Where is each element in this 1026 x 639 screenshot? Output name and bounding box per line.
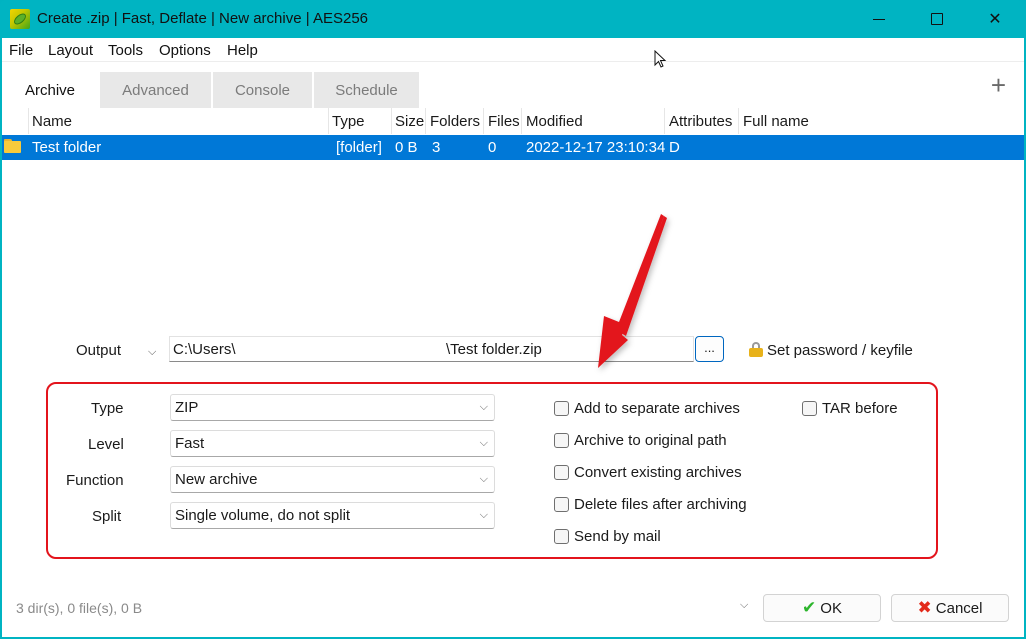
lock-icon <box>749 342 763 357</box>
add-to-separate-archives-checkbox[interactable]: Add to separate archives <box>554 400 740 417</box>
function-dropdown[interactable]: New archive ⌵ <box>170 466 495 493</box>
chevron-down-icon: ⌵ <box>479 401 488 413</box>
close-icon: ✕ <box>988 11 1002 28</box>
checkbox-box[interactable] <box>554 529 569 544</box>
tab-schedule[interactable]: Schedule <box>314 72 419 108</box>
maximize-button[interactable] <box>908 0 966 38</box>
cell-files: 0 <box>488 139 497 156</box>
cell-modified: 2022-12-17 23:10:34 <box>526 139 666 156</box>
browse-button[interactable]: ... <box>695 336 724 362</box>
checkbox-box[interactable] <box>802 401 817 416</box>
column-size[interactable]: Size <box>395 113 424 130</box>
level-label: Level <box>88 436 124 453</box>
cancel-label: Cancel <box>935 599 983 617</box>
app-window: Create .zip | Fast, Deflate | New archiv… <box>0 0 1026 639</box>
output-history-chevron-icon[interactable]: ⌵ <box>148 346 156 359</box>
cancel-button[interactable]: ✖ Cancel <box>891 594 1009 622</box>
check-icon: ✔ <box>802 598 817 617</box>
x-icon: ✖ <box>917 598 932 617</box>
mouse-cursor-icon <box>654 50 667 68</box>
output-path-end: \Test folder.zip <box>446 341 542 358</box>
level-value: Fast <box>175 435 205 452</box>
window-title: Create .zip | Fast, Deflate | New archiv… <box>37 10 369 27</box>
options-panel: Output ⌵ C:\Users\ \Test folder.zip ... … <box>2 298 1024 637</box>
menu-help[interactable]: Help <box>227 42 258 59</box>
checkbox-box[interactable] <box>554 465 569 480</box>
checkbox-label: Convert existing archives <box>574 464 742 481</box>
minimize-icon <box>873 18 885 20</box>
cell-size: 0 B <box>395 139 418 156</box>
split-label: Split <box>92 508 122 525</box>
function-value: New archive <box>175 471 258 488</box>
checkbox-label: Archive to original path <box>574 432 727 449</box>
checkbox-box[interactable] <box>554 433 569 448</box>
cell-type: [folder] <box>336 139 382 156</box>
status-text: 3 dir(s), 0 file(s), 0 B <box>16 600 143 616</box>
chevron-down-icon: ⌵ <box>479 509 488 521</box>
output-label: Output <box>76 342 122 359</box>
delete-files-after-archiving-checkbox[interactable]: Delete files after archiving <box>554 496 747 513</box>
split-dropdown[interactable]: Single volume, do not split ⌵ <box>170 502 495 529</box>
peazip-app-icon <box>10 9 30 29</box>
column-folders[interactable]: Folders <box>430 113 480 130</box>
split-value: Single volume, do not split <box>175 507 351 524</box>
ok-label: OK <box>820 599 842 617</box>
column-modified[interactable]: Modified <box>526 113 583 130</box>
title-bar[interactable]: Create .zip | Fast, Deflate | New archiv… <box>0 0 1026 38</box>
checkbox-label: TAR before <box>822 400 898 417</box>
function-label: Function <box>66 472 124 489</box>
close-button[interactable]: ✕ <box>966 0 1024 38</box>
tab-console[interactable]: Console <box>213 72 312 108</box>
column-full-name[interactable]: Full name <box>743 113 809 130</box>
output-path-start: C:\Users\ <box>173 341 236 358</box>
dialog-client: File Layout Tools Options Help Archive A… <box>2 38 1024 637</box>
maximize-icon <box>931 13 943 25</box>
convert-existing-archives-checkbox[interactable]: Convert existing archives <box>554 464 742 481</box>
tab-archive[interactable]: Archive <box>2 72 98 108</box>
checkbox-box[interactable] <box>554 401 569 416</box>
menu-file[interactable]: File <box>9 42 33 59</box>
type-label: Type <box>91 400 124 417</box>
level-dropdown[interactable]: Fast ⌵ <box>170 430 495 457</box>
minimize-button[interactable] <box>850 0 908 38</box>
type-dropdown[interactable]: ZIP ⌵ <box>170 394 495 421</box>
archive-to-original-path-checkbox[interactable]: Archive to original path <box>554 432 727 449</box>
tab-bar: Archive Advanced Console Schedule <box>2 72 1024 108</box>
output-path-input[interactable]: C:\Users\ \Test folder.zip <box>169 336 694 362</box>
menu-options[interactable]: Options <box>159 42 211 59</box>
chevron-down-icon: ⌵ <box>479 473 488 485</box>
chevron-down-icon: ⌵ <box>479 437 488 449</box>
checkbox-label: Send by mail <box>574 528 661 545</box>
menu-tools[interactable]: Tools <box>108 42 143 59</box>
tab-advanced[interactable]: Advanced <box>100 72 211 108</box>
ok-button[interactable]: ✔ OK <box>763 594 881 622</box>
column-name[interactable]: Name <box>32 113 72 130</box>
type-value: ZIP <box>175 399 199 416</box>
set-password-link[interactable]: Set password / keyfile <box>767 342 913 359</box>
column-files[interactable]: Files <box>488 113 520 130</box>
column-type[interactable]: Type <box>332 113 365 130</box>
checkbox-label: Delete files after archiving <box>574 496 747 513</box>
menu-bar: File Layout Tools Options Help <box>2 38 1024 62</box>
file-list: Name Type Size Folders Files Modified At… <box>2 108 1024 368</box>
menu-layout[interactable]: Layout <box>48 42 93 59</box>
more-options-chevron-icon[interactable]: ⌵ <box>740 599 748 612</box>
cell-attributes: D <box>669 139 680 156</box>
list-header: Name Type Size Folders Files Modified At… <box>2 108 1024 134</box>
send-by-mail-checkbox[interactable]: Send by mail <box>554 528 661 545</box>
add-tab-button[interactable]: + <box>991 72 1006 98</box>
checkbox-label: Add to separate archives <box>574 400 740 417</box>
plus-icon: + <box>990 70 1006 100</box>
table-row[interactable]: Test folder [folder] 0 B 3 0 2022-12-17 … <box>2 135 1024 160</box>
column-attributes[interactable]: Attributes <box>669 113 732 130</box>
checkbox-box[interactable] <box>554 497 569 512</box>
folder-icon <box>4 139 21 153</box>
cell-folders: 3 <box>432 139 441 156</box>
tar-before-checkbox[interactable]: TAR before <box>802 400 898 417</box>
cell-name: Test folder <box>32 139 102 156</box>
